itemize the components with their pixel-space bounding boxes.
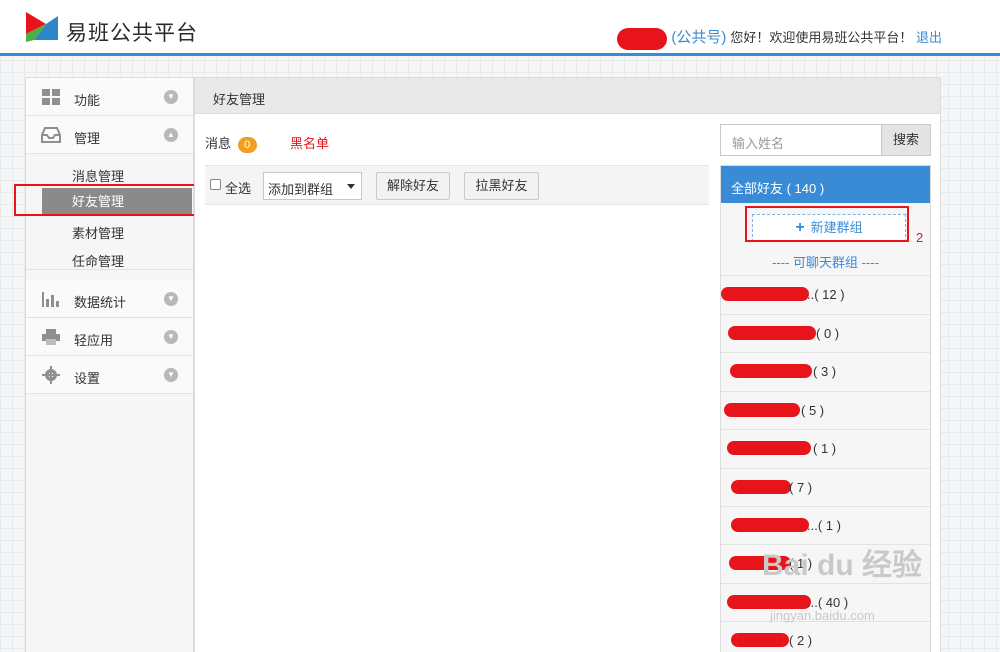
tab-messages[interactable]: 消息 0 <box>205 133 257 153</box>
baidu-watermark: Bai du 经验 <box>762 549 923 582</box>
group-count: ( 7 ) <box>789 480 813 495</box>
select-all-label[interactable]: 全选 <box>225 178 251 197</box>
redacted-group-name <box>731 518 809 532</box>
sidebar-item-messages[interactable]: 消息管理 <box>72 166 124 185</box>
group-count: ..( 12 ) <box>807 287 845 302</box>
annotation-marker-2: 2 <box>916 230 924 245</box>
redacted-group-name <box>728 326 816 340</box>
sidebar-section-label: 设置 <box>74 371 101 386</box>
chevron-down-icon[interactable]: ▼ <box>164 330 178 344</box>
sidebar-section-functions[interactable]: 功能 ▼ <box>26 78 193 116</box>
sidebar-section-settings[interactable]: 设置 ▼ <box>26 356 193 394</box>
sidebar-section-label: 轻应用 <box>74 333 114 348</box>
chevron-down-icon[interactable]: ▼ <box>164 90 178 104</box>
brand-title: 易班公共平台 <box>66 22 198 45</box>
sidebar-section-label: 数据统计 <box>74 295 127 310</box>
user-area: (公共号) 您好！欢迎使用易班公共平台！ 退出 <box>617 26 942 50</box>
chevron-down-icon[interactable]: ▼ <box>164 292 178 306</box>
group-count: ( 0 ) <box>816 326 840 341</box>
redacted-group-name <box>730 364 812 378</box>
group-row[interactable]: ( 2 ) <box>721 621 930 652</box>
dropdown-arrow-icon <box>347 184 355 189</box>
sidebar-section-manage[interactable]: 管理 ▲ <box>26 116 193 154</box>
chevron-up-icon[interactable]: ▲ <box>164 128 178 142</box>
select-all-checkbox[interactable] <box>210 179 221 190</box>
friend-toolbar: 全选 添加到群组 解除好友 拉黑好友 <box>205 165 709 205</box>
sidebar-item-appointments[interactable]: 任命管理 <box>72 251 124 270</box>
account-type: (公共号) <box>671 29 727 46</box>
redacted-group-name <box>727 441 811 455</box>
top-header: 易班公共平台 (公共号) 您好！欢迎使用易班公共平台！ 退出 <box>0 0 1000 56</box>
group-row[interactable]: ...( 1 ) <box>721 506 930 544</box>
sidebar-section-label: 功能 <box>74 93 101 108</box>
add-to-group-value: 添加到群组 <box>268 182 334 197</box>
redacted-group-name <box>727 595 811 609</box>
group-count: ...( 1 ) <box>807 518 841 533</box>
group-row[interactable]: ( 7 ) <box>721 468 930 506</box>
search-button[interactable]: 搜索 <box>881 124 931 156</box>
baidu-watermark-url: jingyan.baidu.com <box>770 608 875 623</box>
group-count: ( 2 ) <box>789 633 813 648</box>
tab-blacklist[interactable]: 黑名单 <box>290 133 329 152</box>
redacted-group-name <box>731 633 789 647</box>
group-row[interactable]: ( 0 ) <box>721 314 930 352</box>
tab-messages-label: 消息 <box>205 136 232 151</box>
annotation-box-1 <box>14 184 198 216</box>
chevron-down-icon[interactable]: ▼ <box>164 368 178 382</box>
sidebar-section-label: 管理 <box>74 131 101 146</box>
sidebar-section-light-apps[interactable]: 轻应用 ▼ <box>26 318 193 356</box>
group-count: ( 5 ) <box>801 403 825 418</box>
group-row[interactable]: ( 5 ) <box>721 391 930 429</box>
redacted-group-name <box>731 480 791 494</box>
printer-icon <box>42 329 60 345</box>
redacted-group-name <box>721 287 809 301</box>
welcome-text: 您好！欢迎使用易班公共平台！ <box>730 30 913 45</box>
chat-groups-heading: ---- 可聊天群组 ---- <box>772 255 879 270</box>
all-friends-group[interactable]: 全部好友 ( 140 ) <box>721 166 930 203</box>
group-row[interactable]: ..( 12 ) <box>721 275 930 313</box>
page-title: 好友管理 <box>195 78 940 114</box>
group-row[interactable]: ( 1 ) <box>721 429 930 467</box>
redacted-group-name <box>724 403 800 417</box>
sidebar-section-stats[interactable]: 数据统计 ▼ <box>26 280 193 318</box>
name-search-input[interactable]: 输入姓名 <box>720 124 882 156</box>
group-row[interactable]: ( 3 ) <box>721 352 930 390</box>
gear-icon <box>42 366 60 384</box>
annotation-box-2 <box>745 206 909 242</box>
grid-icon <box>42 89 60 105</box>
sidebar-item-materials[interactable]: 素材管理 <box>72 223 124 242</box>
block-friend-button[interactable]: 拉黑好友 <box>464 172 539 200</box>
bar-chart-icon <box>42 292 59 307</box>
remove-friend-button[interactable]: 解除好友 <box>376 172 450 200</box>
logout-link[interactable]: 退出 <box>916 30 942 45</box>
group-count: ( 1 ) <box>813 441 837 456</box>
inbox-icon <box>41 127 61 143</box>
sidebar: 功能 ▼ 管理 ▲ 消息管理 好友管理 素材管理 任命管理 数据统计 ▼ 轻应用… <box>25 77 194 652</box>
redacted-account-name <box>617 27 668 50</box>
add-to-group-select[interactable]: 添加到群组 <box>263 172 362 200</box>
group-count: ( 3 ) <box>813 364 837 379</box>
message-count-badge: 0 <box>237 137 257 153</box>
yiban-logo <box>26 12 58 42</box>
